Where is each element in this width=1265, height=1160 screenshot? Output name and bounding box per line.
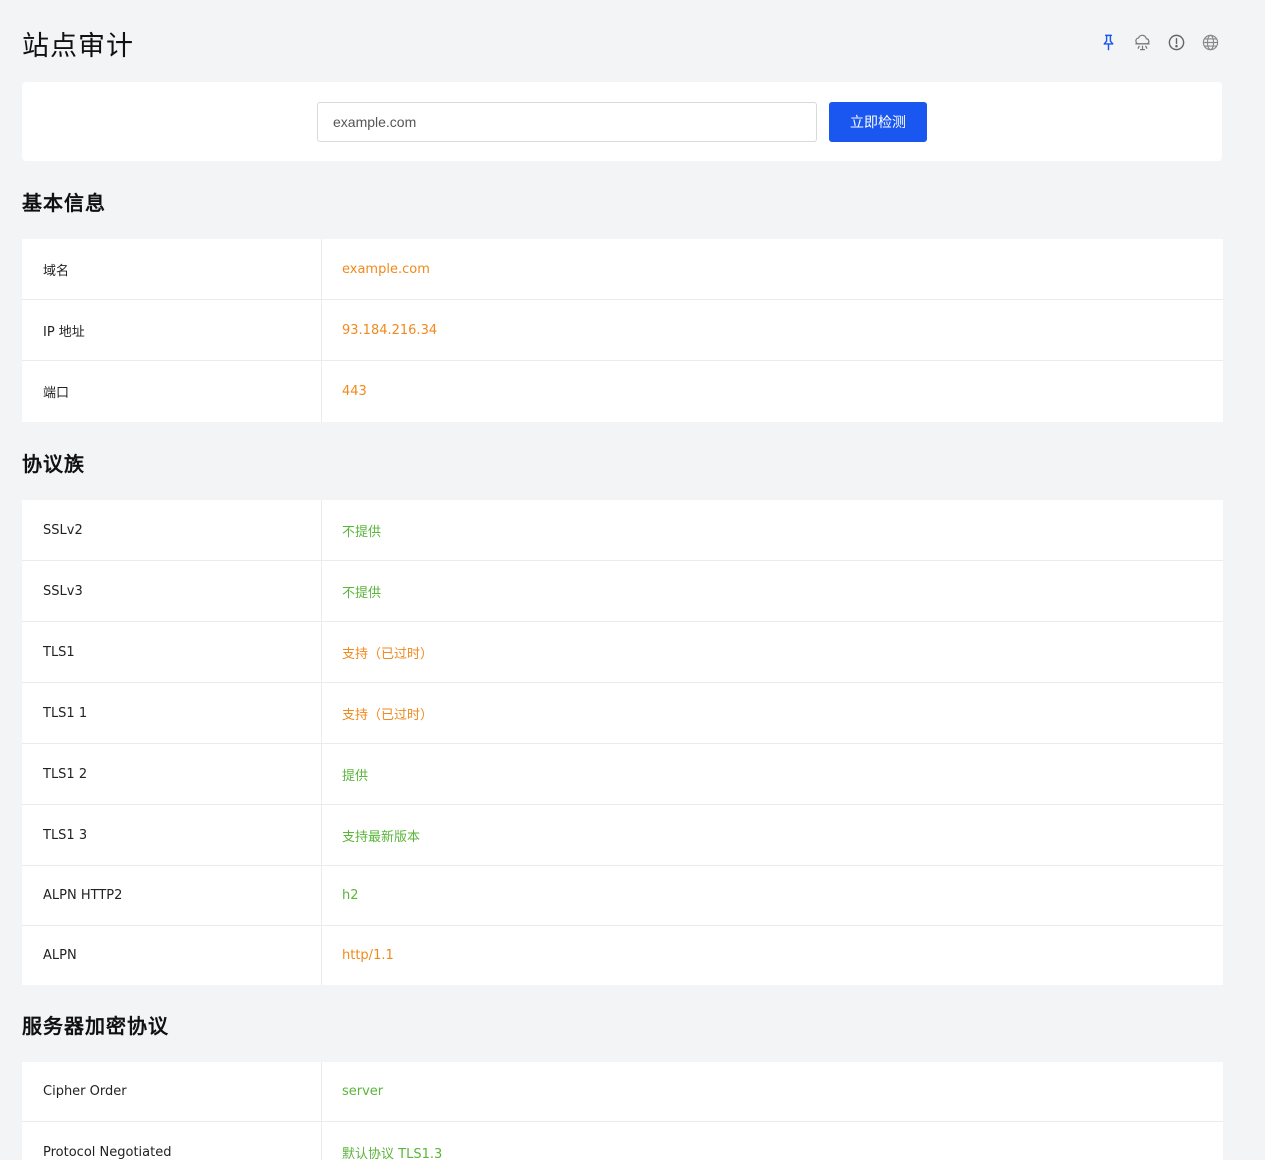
- table-row: IP 地址 93.184.216.34: [22, 300, 1223, 361]
- domain-search-input[interactable]: [317, 102, 817, 142]
- globe-icon[interactable]: [1201, 33, 1220, 52]
- row-value: 93.184.216.34: [342, 322, 438, 338]
- row-value: 不提供: [342, 524, 382, 540]
- table-row: 域名 example.com: [22, 239, 1223, 300]
- row-label: TLS1 3: [22, 805, 322, 865]
- row-label: Cipher Order: [22, 1062, 322, 1121]
- info-icon[interactable]: [1167, 33, 1186, 52]
- row-label: 端口: [22, 361, 322, 422]
- row-value: 不提供: [342, 585, 382, 601]
- row-value: server: [342, 1084, 384, 1099]
- row-label: TLS1: [22, 622, 322, 682]
- page-header: 站点审计: [22, 0, 1222, 82]
- row-label: IP 地址: [22, 300, 322, 360]
- table-row: ALPN http/1.1: [22, 926, 1223, 985]
- row-label: SSLv3: [22, 561, 322, 621]
- pin-icon[interactable]: [1099, 33, 1118, 52]
- check-now-button[interactable]: 立即检测: [829, 102, 927, 142]
- row-value: example.com: [342, 261, 430, 277]
- table-row: ALPN HTTP2 h2: [22, 866, 1223, 926]
- table-row: TLS1 支持（已过时）: [22, 622, 1223, 683]
- row-label: ALPN: [22, 926, 322, 985]
- search-card: 立即检测: [22, 82, 1222, 161]
- site-audit-page: 站点审计 example.com 立即检测 基本信息 域名 example.co…: [0, 0, 1265, 1160]
- row-label: 域名: [22, 239, 322, 299]
- table-row: TLS1 1 支持（已过时）: [22, 683, 1223, 744]
- table-row: SSLv2 不提供: [22, 500, 1223, 561]
- section-title-basic-info: 基本信息: [22, 191, 106, 215]
- row-label: SSLv2: [22, 500, 322, 560]
- server-ciphers-table: Cipher Order server Protocol Negotiated …: [22, 1062, 1223, 1160]
- row-label: Protocol Negotiated: [22, 1122, 322, 1160]
- table-row: SSLv3 不提供: [22, 561, 1223, 622]
- page-title: 站点审计: [22, 31, 134, 62]
- row-label: TLS1 2: [22, 744, 322, 804]
- section-title-protocols: 协议族: [22, 452, 85, 476]
- basic-info-table: 域名 example.com IP 地址 93.184.216.34 端口 44…: [22, 239, 1223, 422]
- row-value: 默认协议 TLS1.3: [342, 1146, 443, 1160]
- table-row: Protocol Negotiated 默认协议 TLS1.3: [22, 1122, 1223, 1160]
- table-row: TLS1 2 提供: [22, 744, 1223, 805]
- row-value: http/1.1: [342, 948, 394, 963]
- cloud-icon[interactable]: [1133, 33, 1152, 52]
- row-value: 支持（已过时）: [342, 707, 434, 723]
- row-value: h2: [342, 888, 359, 903]
- row-value: 提供: [342, 768, 369, 784]
- row-value: 支持（已过时）: [342, 646, 434, 662]
- header-toolbar: [1099, 33, 1220, 52]
- section-title-server-ciphers: 服务器加密协议: [22, 1014, 169, 1038]
- row-value: 支持最新版本: [342, 829, 421, 845]
- row-value: 443: [342, 384, 367, 399]
- protocols-table: SSLv2 不提供 SSLv3 不提供 TLS1 支持（已过时） TLS1 1 …: [22, 500, 1223, 985]
- row-label: TLS1 1: [22, 683, 322, 743]
- table-row: Cipher Order server: [22, 1062, 1223, 1122]
- table-row: 端口 443: [22, 361, 1223, 422]
- table-row: TLS1 3 支持最新版本: [22, 805, 1223, 866]
- row-label: ALPN HTTP2: [22, 866, 322, 925]
